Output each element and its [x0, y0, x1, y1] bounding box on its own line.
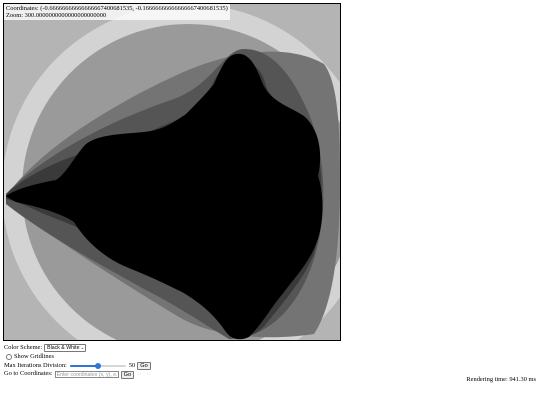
goto-coordinates-input[interactable]: [54, 371, 119, 379]
iterations-value: 50: [128, 361, 136, 369]
render-time-status: Rendering time: 941.30 ms: [466, 376, 536, 383]
iterations-slider[interactable]: [69, 362, 126, 369]
zoom-value: 300.0000000000000000000000: [24, 12, 107, 19]
fractal-canvas[interactable]: [3, 3, 341, 341]
coordinates-value: (-0.66666666666666667400681535, -0.16666…: [40, 5, 228, 12]
coordinates-label: Coordinates:: [6, 5, 39, 12]
color-scheme-label: Color Scheme:: [4, 344, 43, 351]
iterations-row: Max Iterations Division: 50 Go: [4, 362, 151, 371]
goto-row: Go to Coordinates: Go: [4, 370, 151, 379]
iterations-go-button[interactable]: Go: [137, 361, 151, 370]
chevron-down-icon: ⌄: [80, 345, 85, 351]
slider-fill: [69, 365, 98, 368]
goto-label: Go to Coordinates:: [4, 370, 53, 378]
color-scheme-select[interactable]: Black & White⌄: [44, 344, 87, 353]
slider-thumb[interactable]: [94, 362, 101, 369]
zoom-label: Zoom:: [6, 12, 24, 19]
gridlines-row: Show Gridlines: [4, 353, 151, 362]
controls-panel: Color Scheme: Black & White⌄ Show Gridli…: [4, 344, 151, 379]
color-scheme-row: Color Scheme: Black & White⌄: [4, 344, 151, 353]
goto-go-button[interactable]: Go: [120, 370, 135, 379]
coordinates-readout: Coordinates: (-0.66666666666666667400681…: [6, 5, 228, 12]
iterations-label: Max Iterations Division:: [4, 361, 67, 369]
gridlines-toggle[interactable]: [6, 354, 12, 361]
gridlines-label: Show Gridlines: [14, 352, 54, 360]
coordinates-overlay: Coordinates: (-0.66666666666666667400681…: [4, 4, 230, 20]
color-scheme-selected: Black & White: [47, 345, 80, 352]
fractal-image: [4, 4, 340, 340]
zoom-readout: Zoom: 300.0000000000000000000000: [6, 12, 228, 19]
